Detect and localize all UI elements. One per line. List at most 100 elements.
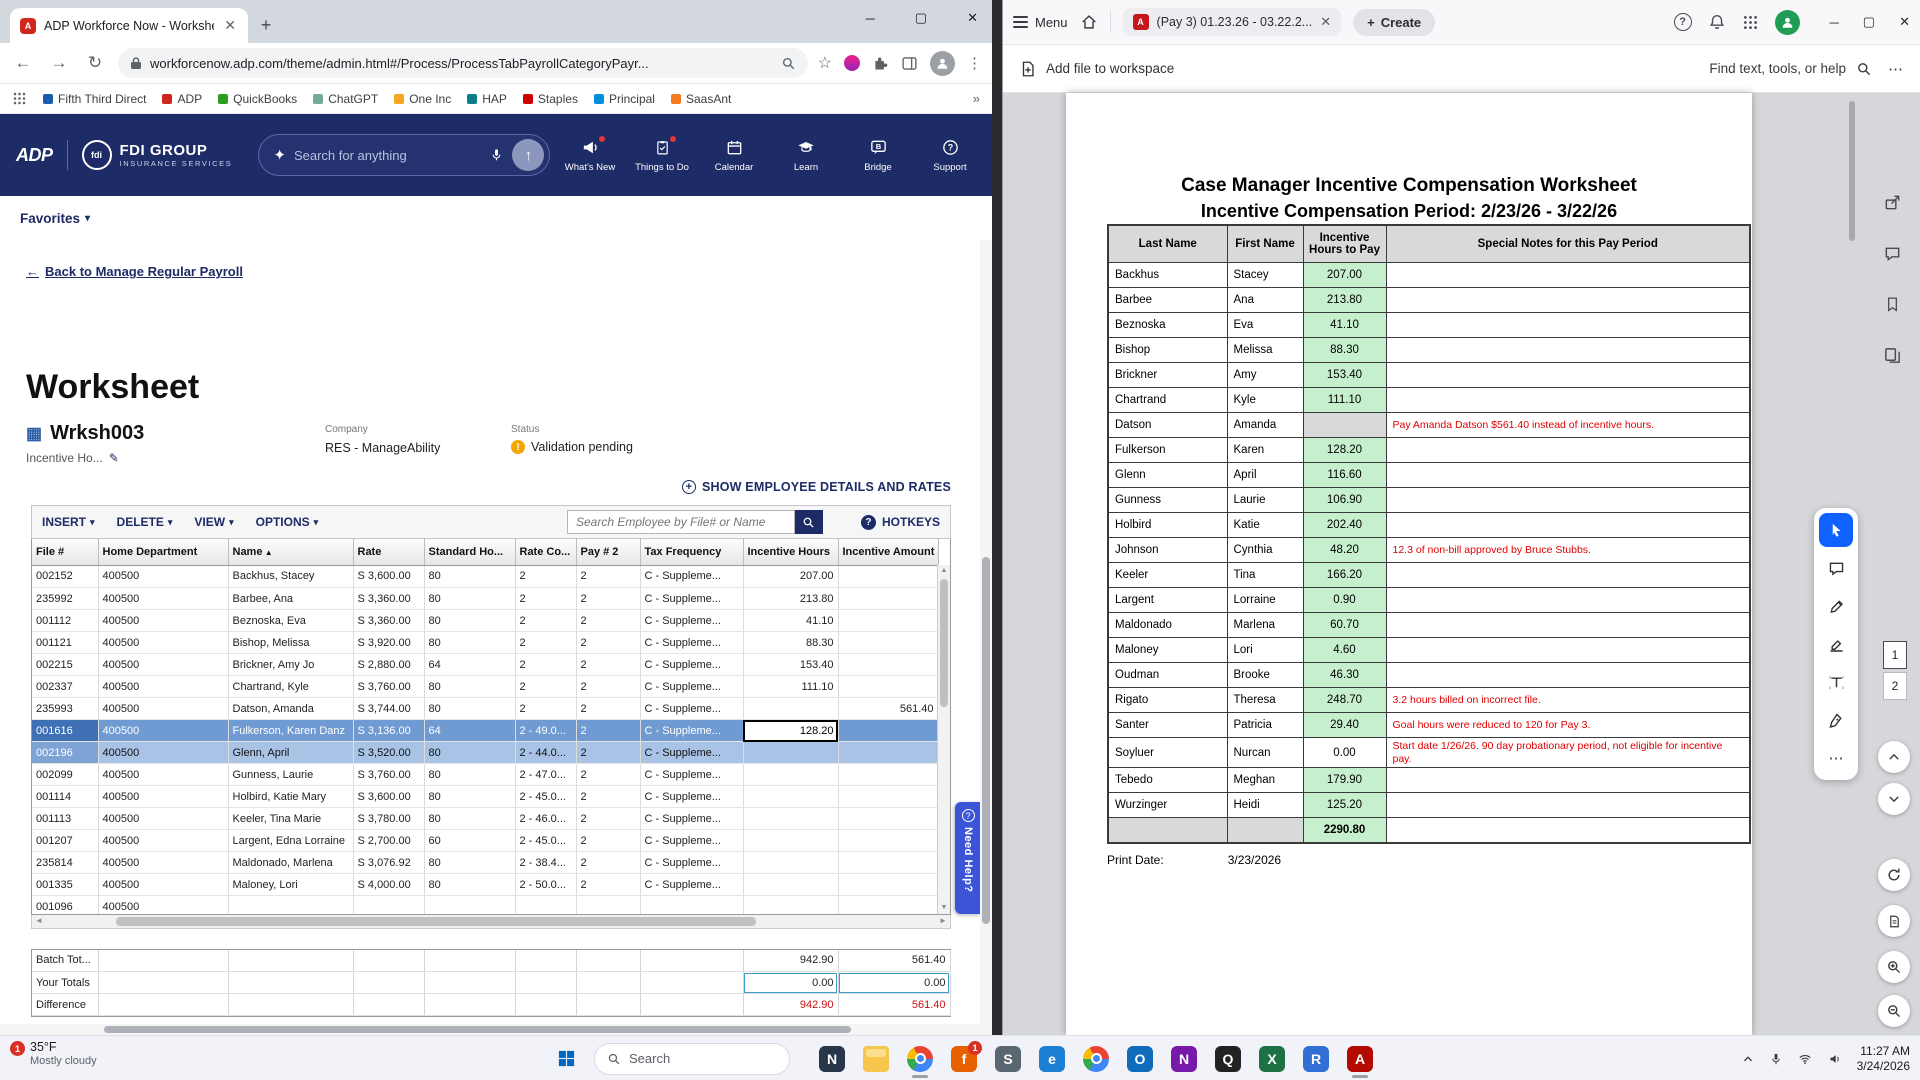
grid-cell[interactable]: 80 [424,565,516,588]
bookmark-item-staples[interactable]: Staples [522,92,578,106]
grid-cell[interactable]: 80 [424,631,516,654]
grid-cell[interactable]: 2 [576,697,641,720]
grid-cell[interactable]: 60 [424,829,516,852]
grid-cell[interactable]: 2 [576,587,641,610]
adp-nav-learn[interactable]: Learn [780,138,832,173]
grid-cell[interactable]: 2 [515,587,577,610]
bookmark-item-saasant[interactable]: SaasAnt [670,92,731,106]
grid-cell[interactable]: S 3,760.00 [353,675,425,698]
grid-cell[interactable]: 400500 [98,829,229,852]
grid-cell[interactable]: Fulkerson, Karen Danz [228,719,354,742]
grid-cell[interactable]: 64 [424,719,516,742]
grid-cell[interactable]: C - Suppleme... [640,829,744,852]
grid-row[interactable]: 002152 400500 Backhus, Stacey S 3,600.00 80 2… [32,565,939,588]
apps-grid-icon[interactable] [12,91,27,106]
column-header-file[interactable]: File # [32,539,99,566]
grid-cell[interactable]: 400500 [98,719,229,742]
grid-cell[interactable]: S 3,136.00 [353,719,425,742]
grid-cell[interactable]: C - Suppleme... [640,741,744,764]
grid-cell[interactable]: 80 [424,763,516,786]
file-number-cell[interactable]: 002337 [32,675,99,698]
weather-widget[interactable]: 1 35°F Mostly cloudy [10,1040,97,1067]
browser-minimize-button[interactable]: ─ [860,11,881,26]
browser-maximize-button[interactable]: ▢ [909,10,933,26]
grid-cell[interactable]: 213.80 [743,587,839,610]
grid-cell[interactable]: Holbird, Katie Mary [228,785,354,808]
acrobat-close-button[interactable]: ✕ [1899,14,1910,30]
volume-icon[interactable] [1827,1052,1843,1066]
grid-horizontal-scrollbar[interactable]: ◄ ► [31,914,951,929]
tab-close-icon[interactable]: ✕ [222,17,238,34]
file-number-cell[interactable]: 002152 [32,565,99,588]
find-tools-search[interactable]: Find text, tools, or help [1709,61,1872,77]
grid-cell[interactable]: C - Suppleme... [640,785,744,808]
grid-cell[interactable] [838,565,939,588]
grid-cell[interactable] [576,895,641,914]
acrobat-menu-button[interactable]: Menu [1013,15,1068,30]
grid-cell[interactable]: 2 [515,675,577,698]
grid-cell[interactable]: 80 [424,851,516,874]
grid-cell[interactable]: 400500 [98,653,229,676]
bookmark-item-chatgpt[interactable]: ChatGPT [313,92,378,106]
grid-cell[interactable]: 2 - 38.4... [515,851,577,874]
column-header-standard-ho[interactable]: Standard Ho... [424,539,516,566]
page-thumbnails-icon[interactable] [1883,346,1902,365]
grid-cell[interactable] [743,895,839,914]
document-scrollbar[interactable] [1848,93,1856,1035]
grid-cell[interactable]: C - Suppleme... [640,697,744,720]
taskbar-app-excel[interactable]: X [1254,1039,1290,1079]
grid-cell[interactable]: 2 - 44.0... [515,741,577,764]
bookmark-star-icon[interactable]: ☆ [818,53,832,73]
previous-page-button[interactable] [1878,741,1910,773]
grid-cell[interactable]: 400500 [98,851,229,874]
file-number-cell[interactable]: 001096 [32,895,99,914]
column-header-home-department[interactable]: Home Department [98,539,229,566]
taskbar-app-steam[interactable]: S [990,1039,1026,1079]
grid-cell[interactable]: Chartrand, Kyle [228,675,354,698]
grid-cell[interactable]: 80 [424,697,516,720]
grid-cell[interactable] [228,895,354,914]
grid-cell[interactable]: 2 - 47.0... [515,763,577,786]
grid-cell[interactable]: 2 [576,807,641,830]
zoom-in-button[interactable] [1878,951,1910,983]
bookmark-item-hap[interactable]: HAP [467,92,507,106]
grid-cell[interactable]: 400500 [98,631,229,654]
scroll-right-icon[interactable]: ► [936,915,950,927]
grid-cell[interactable]: 2 [515,653,577,676]
grid-cell[interactable]: C - Suppleme... [640,565,744,588]
grid-cell[interactable]: 400500 [98,741,229,764]
grid-cell[interactable]: S 3,360.00 [353,587,425,610]
grid-cell[interactable]: 2 [576,829,641,852]
file-number-cell[interactable]: 002099 [32,763,99,786]
grid-cell[interactable]: 2 [576,653,641,676]
file-number-cell[interactable]: 235814 [32,851,99,874]
grid-cell[interactable]: 2 [576,851,641,874]
grid-row[interactable]: 002215 400500 Brickner, Amy Jo S 2,880.00 64… [32,653,939,676]
grid-cell[interactable] [838,851,939,874]
profile-avatar[interactable] [930,50,955,76]
taskbar-app-remote-desktop[interactable]: R [1298,1039,1334,1079]
extensions-puzzle-icon[interactable] [872,55,889,72]
grid-cell[interactable]: S 3,600.00 [353,565,425,588]
grid-cell[interactable]: C - Suppleme... [640,807,744,830]
grid-cell[interactable]: 111.10 [743,675,839,698]
back-icon[interactable]: ← [10,53,36,73]
grid-cell[interactable]: 2 [576,631,641,654]
grid-cell[interactable]: Largent, Edna Lorraine [228,829,354,852]
adp-nav-things-to-do[interactable]: Things to Do [635,134,689,173]
grid-cell[interactable]: 80 [424,587,516,610]
file-number-cell[interactable]: 002215 [32,653,99,676]
grid-cell[interactable]: 2 - 49.0... [515,719,577,742]
share-icon[interactable] [1883,193,1902,212]
grid-cell[interactable] [743,829,839,852]
scrollbar-thumb[interactable] [940,579,948,707]
menu-options[interactable]: OPTIONS ▾ [256,515,319,529]
adp-nav-calendar[interactable]: Calendar [708,138,760,173]
bookmarks-overflow-icon[interactable]: » [973,91,980,106]
grid-row[interactable]: 235814 400500 Maldonado, Marlena S 3,076.92… [32,851,939,874]
grid-cell[interactable] [743,785,839,808]
grid-cell[interactable]: 2 - 46.0... [515,807,577,830]
grid-cell[interactable]: 128.20 [743,719,839,742]
taskbar-app-notepad[interactable]: N [814,1039,850,1079]
file-number-cell[interactable]: 001113 [32,807,99,830]
